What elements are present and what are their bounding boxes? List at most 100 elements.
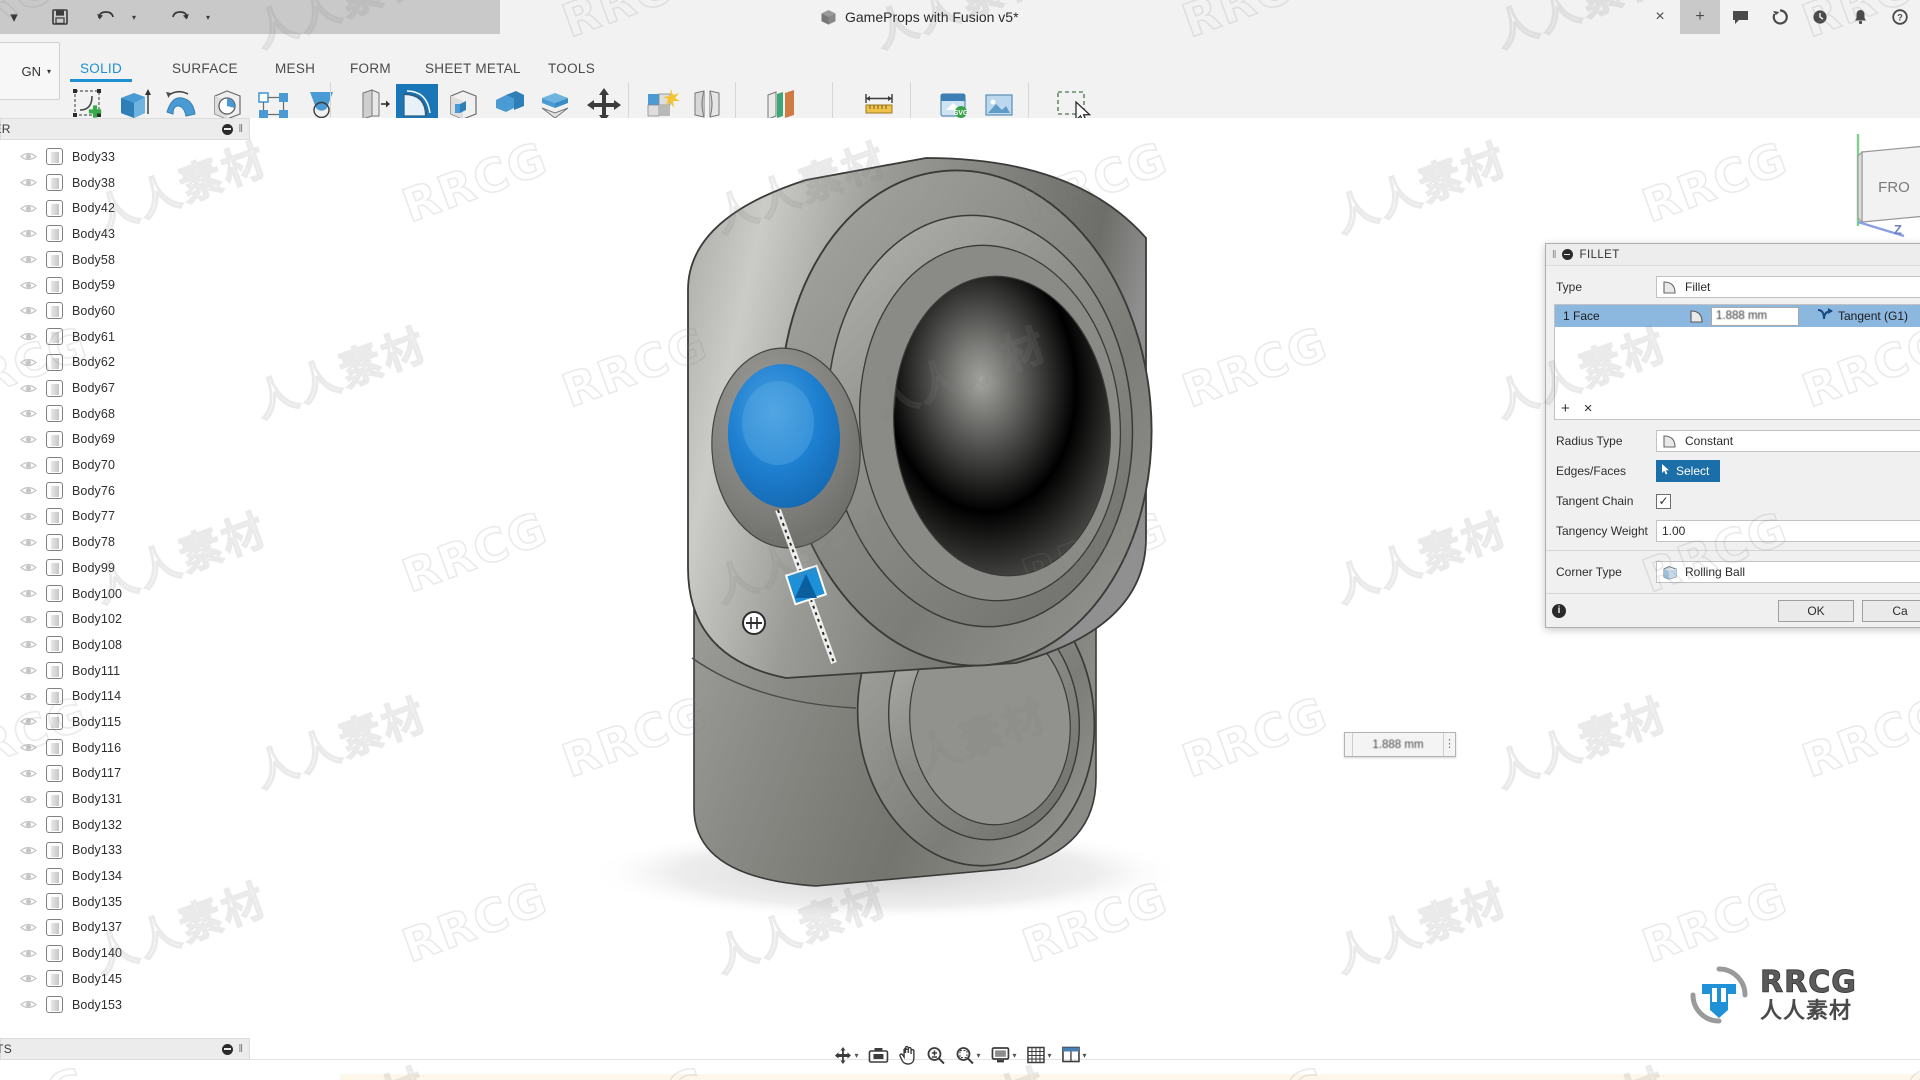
model-3d[interactable]	[456, 118, 1276, 918]
body-list-item[interactable]: Body76	[0, 478, 256, 504]
add-selection-icon[interactable]: +	[1561, 400, 1570, 417]
visibility-eye-icon[interactable]	[19, 150, 38, 163]
visibility-eye-icon[interactable]	[19, 947, 38, 960]
visibility-eye-icon[interactable]	[19, 356, 38, 369]
dimension-options-icon[interactable]: ⋮	[1443, 733, 1455, 756]
orbit-icon[interactable]: ▾	[829, 1041, 862, 1069]
fillet-selection-list[interactable]: 1 Face 1.888 mm Tangent (G1) + ×	[1554, 304, 1920, 420]
visibility-eye-icon[interactable]	[19, 767, 38, 780]
body-list-item[interactable]: Body133	[0, 838, 256, 864]
selection-radius-input[interactable]: 1.888 mm	[1711, 306, 1799, 326]
grid-snaps-caret-icon[interactable]: ▾	[1048, 1051, 1052, 1060]
visibility-eye-icon[interactable]	[19, 690, 38, 703]
refresh-icon[interactable]	[1760, 0, 1800, 34]
visibility-eye-icon[interactable]	[19, 870, 38, 883]
close-icon[interactable]: ×	[1640, 0, 1680, 34]
body-list-item[interactable]: Body108	[0, 632, 256, 658]
tab-mesh[interactable]: MESH	[275, 61, 315, 76]
view-cube[interactable]: FRO Z	[1832, 130, 1920, 240]
visibility-eye-icon[interactable]	[19, 741, 38, 754]
visibility-eye-icon[interactable]	[19, 407, 38, 420]
selection-row-face[interactable]: 1 Face 1.888 mm Tangent (G1)	[1555, 305, 1920, 327]
visibility-eye-icon[interactable]	[19, 279, 38, 292]
notification-bell-icon[interactable]	[1840, 0, 1880, 34]
fillet-dialog-titlebar[interactable]: ‖ FILLET	[1546, 244, 1920, 266]
body-list-item[interactable]: Body59	[0, 272, 256, 298]
body-list-item[interactable]: Body137	[0, 915, 256, 941]
dialog-collapse-icon[interactable]	[1561, 249, 1573, 260]
body-list-item[interactable]: Body100	[0, 581, 256, 607]
visibility-eye-icon[interactable]	[19, 227, 38, 240]
type-dropdown[interactable]: Fillet	[1656, 276, 1920, 298]
body-list-item[interactable]: Body140	[0, 940, 256, 966]
panel-grip-icon[interactable]: ‖	[238, 123, 243, 135]
tab-sheet-metal[interactable]: SHEET METAL	[425, 61, 521, 76]
viewports-caret-icon[interactable]: ▾	[1083, 1051, 1087, 1060]
zoom-window-icon[interactable]: ▾	[951, 1041, 984, 1069]
tangent-chain-checkbox[interactable]: ✓	[1656, 493, 1671, 509]
visibility-eye-icon[interactable]	[19, 638, 38, 651]
tangency-weight-input[interactable]: 1.00	[1656, 520, 1920, 542]
body-list-item[interactable]: Body70	[0, 452, 256, 478]
body-list-item[interactable]: Body68	[0, 401, 256, 427]
look-at-icon[interactable]	[864, 1041, 892, 1069]
body-list-item[interactable]: Body61	[0, 324, 256, 350]
body-list-item[interactable]: Body115	[0, 709, 256, 735]
body-list-item[interactable]: Body60	[0, 298, 256, 324]
orbit-caret-icon[interactable]: ▾	[854, 1051, 858, 1060]
body-list-item[interactable]: Body111	[0, 658, 256, 684]
visibility-eye-icon[interactable]	[19, 613, 38, 626]
body-list-item[interactable]: Body135	[0, 889, 256, 915]
grid-snaps-icon[interactable]: ▾	[1023, 1041, 1056, 1069]
visibility-eye-icon[interactable]	[19, 304, 38, 317]
pan-icon[interactable]	[894, 1041, 920, 1069]
body-list-item[interactable]: Body116	[0, 735, 256, 761]
visibility-eye-icon[interactable]	[19, 664, 38, 677]
continuity-control[interactable]: Tangent (G1)	[1817, 308, 1908, 324]
visibility-eye-icon[interactable]	[19, 998, 38, 1011]
body-list-item[interactable]: Body134	[0, 863, 256, 889]
radius-type-dropdown[interactable]: Constant	[1656, 430, 1920, 452]
visibility-eye-icon[interactable]	[19, 921, 38, 934]
body-list-item[interactable]: Body114	[0, 683, 256, 709]
comments-collapse-icon[interactable]	[222, 1043, 234, 1055]
selection-radius-value[interactable]: 1.888 mm	[1716, 310, 1767, 322]
visibility-eye-icon[interactable]	[19, 433, 38, 446]
cancel-button[interactable]: Ca	[1862, 599, 1920, 622]
tab-tools[interactable]: TOOLS	[548, 61, 595, 76]
dimension-drag-handle[interactable]	[1345, 733, 1353, 756]
visibility-eye-icon[interactable]	[19, 844, 38, 857]
comment-icon[interactable]	[1720, 0, 1760, 34]
body-list-item[interactable]: Body38	[0, 170, 256, 196]
fillet-dimension-input[interactable]: 1.888 mm ⋮	[1344, 732, 1456, 757]
body-list-item[interactable]: Body131	[0, 786, 256, 812]
body-list-item[interactable]: Body153	[0, 992, 256, 1018]
viewports-icon[interactable]: ▾	[1058, 1041, 1091, 1069]
visibility-eye-icon[interactable]	[19, 793, 38, 806]
remove-selection-icon[interactable]: ×	[1584, 400, 1593, 417]
body-list-item[interactable]: Body99	[0, 555, 256, 581]
help-icon[interactable]: ?	[1880, 0, 1920, 34]
visibility-eye-icon[interactable]	[19, 561, 38, 574]
body-list-item[interactable]: Body43	[0, 221, 256, 247]
tangency-weight-value[interactable]: 1.00	[1662, 524, 1685, 538]
visibility-eye-icon[interactable]	[19, 972, 38, 985]
edges-faces-select-button[interactable]: Select	[1656, 460, 1720, 482]
tab-surface[interactable]: SURFACE	[172, 61, 238, 76]
zoom-icon[interactable]	[922, 1041, 949, 1069]
body-list-item[interactable]: Body132	[0, 812, 256, 838]
body-list-item[interactable]: Body62	[0, 350, 256, 376]
visibility-eye-icon[interactable]	[19, 818, 38, 831]
visibility-eye-icon[interactable]	[19, 382, 38, 395]
display-settings-icon[interactable]: ▾	[986, 1041, 1020, 1069]
body-list-item[interactable]: Body77	[0, 504, 256, 530]
body-list-item[interactable]: Body78	[0, 529, 256, 555]
visibility-eye-icon[interactable]	[19, 484, 38, 497]
visibility-eye-icon[interactable]	[19, 330, 38, 343]
undo-dropdown-icon[interactable]: ▾	[122, 5, 146, 29]
body-list-item[interactable]: Body102	[0, 606, 256, 632]
visibility-eye-icon[interactable]	[19, 510, 38, 523]
fillet-dialog[interactable]: ‖ FILLET Type Fillet 1 Face 1.888 mm Tan…	[1545, 243, 1920, 628]
comments-panel-header[interactable]: NTS ‖	[0, 1038, 250, 1060]
save-icon[interactable]	[48, 5, 72, 29]
